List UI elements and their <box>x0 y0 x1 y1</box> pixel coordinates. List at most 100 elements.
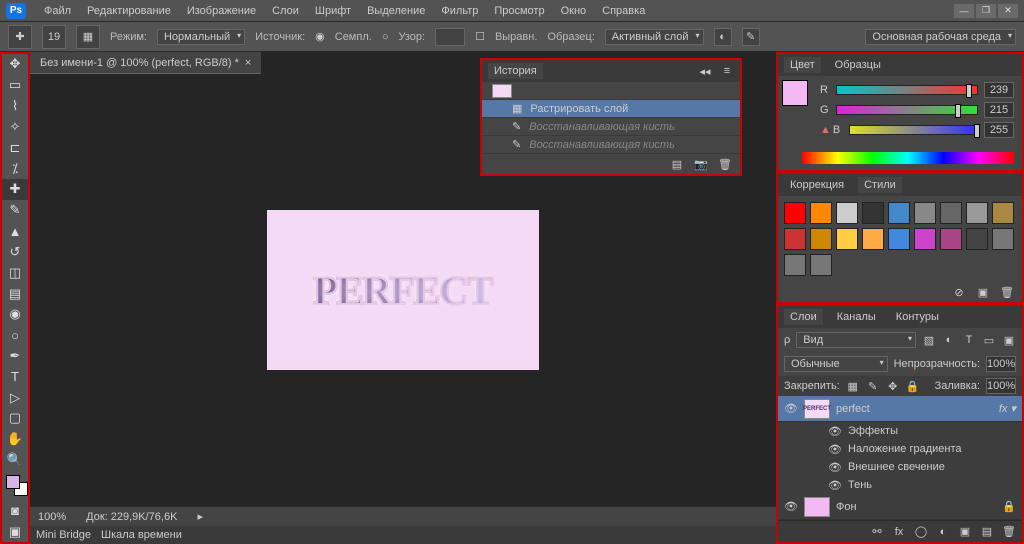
blend-select[interactable]: Обычные <box>784 356 888 372</box>
style-swatch[interactable] <box>810 228 832 250</box>
visibility-icon[interactable]: 👁 <box>828 443 842 456</box>
kind-select[interactable]: Вид <box>796 332 916 348</box>
tab-styles[interactable]: Стили <box>858 177 902 193</box>
lock-pixels-icon[interactable]: ✎ <box>866 379 880 393</box>
style-swatch[interactable] <box>810 254 832 276</box>
group-icon[interactable]: ▣ <box>958 525 972 539</box>
lasso-tool[interactable]: ⌇ <box>2 96 28 117</box>
style-swatch[interactable] <box>940 228 962 250</box>
pen-tool[interactable]: ✒ <box>2 346 28 367</box>
menu-file[interactable]: Файл <box>36 5 79 17</box>
hue-bar[interactable] <box>802 152 1014 164</box>
move-tool[interactable]: ✥ <box>2 54 28 75</box>
layer-row[interactable]: 👁 PERFECT perfect fx ▾ <box>778 396 1022 422</box>
tab-mini-bridge[interactable]: Mini Bridge <box>36 529 91 541</box>
history-brush-tool[interactable]: ↺ <box>2 241 28 262</box>
style-swatch[interactable] <box>862 202 884 224</box>
ignore-adj-icon[interactable]: ◐ <box>714 28 732 46</box>
snapshot-icon[interactable]: 📷 <box>694 157 708 171</box>
style-swatch[interactable] <box>836 228 858 250</box>
menu-window[interactable]: Окно <box>553 5 595 17</box>
fx-item[interactable]: Внешнее свечение <box>848 461 945 473</box>
sample-select[interactable]: Активный слой <box>605 29 704 45</box>
fill-input[interactable]: 100% <box>986 378 1016 394</box>
visibility-icon[interactable]: 👁 <box>828 425 842 438</box>
layer-row[interactable]: 👁 Фон 🔒 <box>778 494 1022 520</box>
history-step[interactable]: ✎Восстанавливающая кисть <box>482 118 740 136</box>
layer-thumb[interactable]: PERFECT <box>804 399 830 419</box>
menu-image[interactable]: Изображение <box>179 5 264 17</box>
visibility-icon[interactable]: 👁 <box>828 461 842 474</box>
style-swatch[interactable] <box>966 228 988 250</box>
menu-edit[interactable]: Редактирование <box>79 5 179 17</box>
crop-tool[interactable]: ⊏ <box>2 137 28 158</box>
adjust-icon[interactable]: ◐ <box>936 525 950 539</box>
status-arrow-icon[interactable]: ▸ <box>197 510 203 523</box>
panel-menu-icon[interactable]: ≡ <box>720 64 734 78</box>
delete-state-icon[interactable]: 🗑 <box>718 157 732 171</box>
marquee-tool[interactable]: ▭ <box>2 75 28 96</box>
shape-tool[interactable]: ▢ <box>2 408 28 429</box>
tab-swatches[interactable]: Образцы <box>829 57 887 73</box>
style-swatch[interactable] <box>992 202 1014 224</box>
brush-tool[interactable]: ✎ <box>2 200 28 221</box>
menu-view[interactable]: Просмотр <box>486 5 552 17</box>
slider-g[interactable] <box>836 105 978 115</box>
tab-timeline[interactable]: Шкала времени <box>101 529 182 541</box>
fx-item[interactable]: Наложение градиента <box>848 443 962 455</box>
lock-all-icon[interactable]: 🔒 <box>906 379 920 393</box>
zoom-tool[interactable]: 🔍 <box>2 450 28 471</box>
eyedropper-tool[interactable]: ⁒ <box>2 158 28 179</box>
tab-paths[interactable]: Контуры <box>890 309 945 325</box>
brush-panel-icon[interactable]: ▦ <box>76 25 100 49</box>
eraser-tool[interactable]: ◫ <box>2 262 28 283</box>
value-g[interactable]: 215 <box>984 102 1014 118</box>
pattern-radio[interactable]: ○ <box>382 31 389 43</box>
style-swatch[interactable] <box>784 202 806 224</box>
collapse-icon[interactable]: ◂◂ <box>698 64 712 78</box>
foreground-swatch[interactable] <box>782 80 808 106</box>
lock-trans-icon[interactable]: ▦ <box>846 379 860 393</box>
history-step[interactable]: ▦Растрировать слой <box>482 100 740 118</box>
menu-help[interactable]: Справка <box>594 5 653 17</box>
delete-layer-icon[interactable]: 🗑 <box>1002 525 1016 539</box>
style-swatch[interactable] <box>862 228 884 250</box>
fx-icon[interactable]: fx <box>892 525 906 539</box>
layer-name[interactable]: Фон <box>836 501 857 513</box>
style-swatch[interactable] <box>914 202 936 224</box>
filter-adj-icon[interactable]: ◐ <box>942 333 956 347</box>
layer-name[interactable]: perfect <box>836 403 870 415</box>
quickmask-toggle[interactable]: ◙ <box>2 500 28 521</box>
minimize-button[interactable]: — <box>954 4 974 18</box>
style-swatch[interactable] <box>888 228 910 250</box>
menu-select[interactable]: Выделение <box>359 5 433 17</box>
zoom-level[interactable]: 100% <box>38 511 66 523</box>
style-swatch[interactable] <box>940 202 962 224</box>
style-swatch[interactable] <box>784 254 806 276</box>
menu-filter[interactable]: Фильтр <box>433 5 486 17</box>
document-tab[interactable]: Без имени-1 @ 100% (perfect, RGB/8) * × <box>30 52 261 74</box>
fx-item[interactable]: Тень <box>848 479 872 491</box>
style-swatch[interactable] <box>888 202 910 224</box>
layer-thumb[interactable] <box>804 497 830 517</box>
value-r[interactable]: 239 <box>984 82 1014 98</box>
wand-tool[interactable]: ✧ <box>2 116 28 137</box>
pressure-icon[interactable]: ✎ <box>742 28 760 46</box>
workspace-select[interactable]: Основная рабочая среда <box>865 29 1016 45</box>
aligned-check[interactable]: ☐ <box>475 30 485 43</box>
history-step[interactable]: ✎Восстанавливающая кисть <box>482 136 740 154</box>
tab-layers[interactable]: Слои <box>784 309 823 325</box>
clear-style-icon[interactable]: ⊘ <box>952 285 966 299</box>
fx-badge[interactable]: fx ▾ <box>999 402 1016 415</box>
tab-adjustments[interactable]: Коррекция <box>784 177 850 193</box>
slider-b[interactable] <box>849 125 978 135</box>
brush-preset[interactable]: 19 <box>42 25 66 49</box>
new-doc-from-state-icon[interactable]: ▤ <box>670 157 684 171</box>
value-b[interactable]: 255 <box>984 122 1014 138</box>
gradient-tool[interactable]: ▤ <box>2 283 28 304</box>
gamut-warning-icon[interactable]: ▲ <box>820 124 831 136</box>
color-swatches[interactable] <box>6 475 28 497</box>
healing-brush-tool[interactable]: ✚ <box>2 179 28 200</box>
visibility-icon[interactable]: 👁 <box>828 479 842 492</box>
style-swatch[interactable] <box>914 228 936 250</box>
